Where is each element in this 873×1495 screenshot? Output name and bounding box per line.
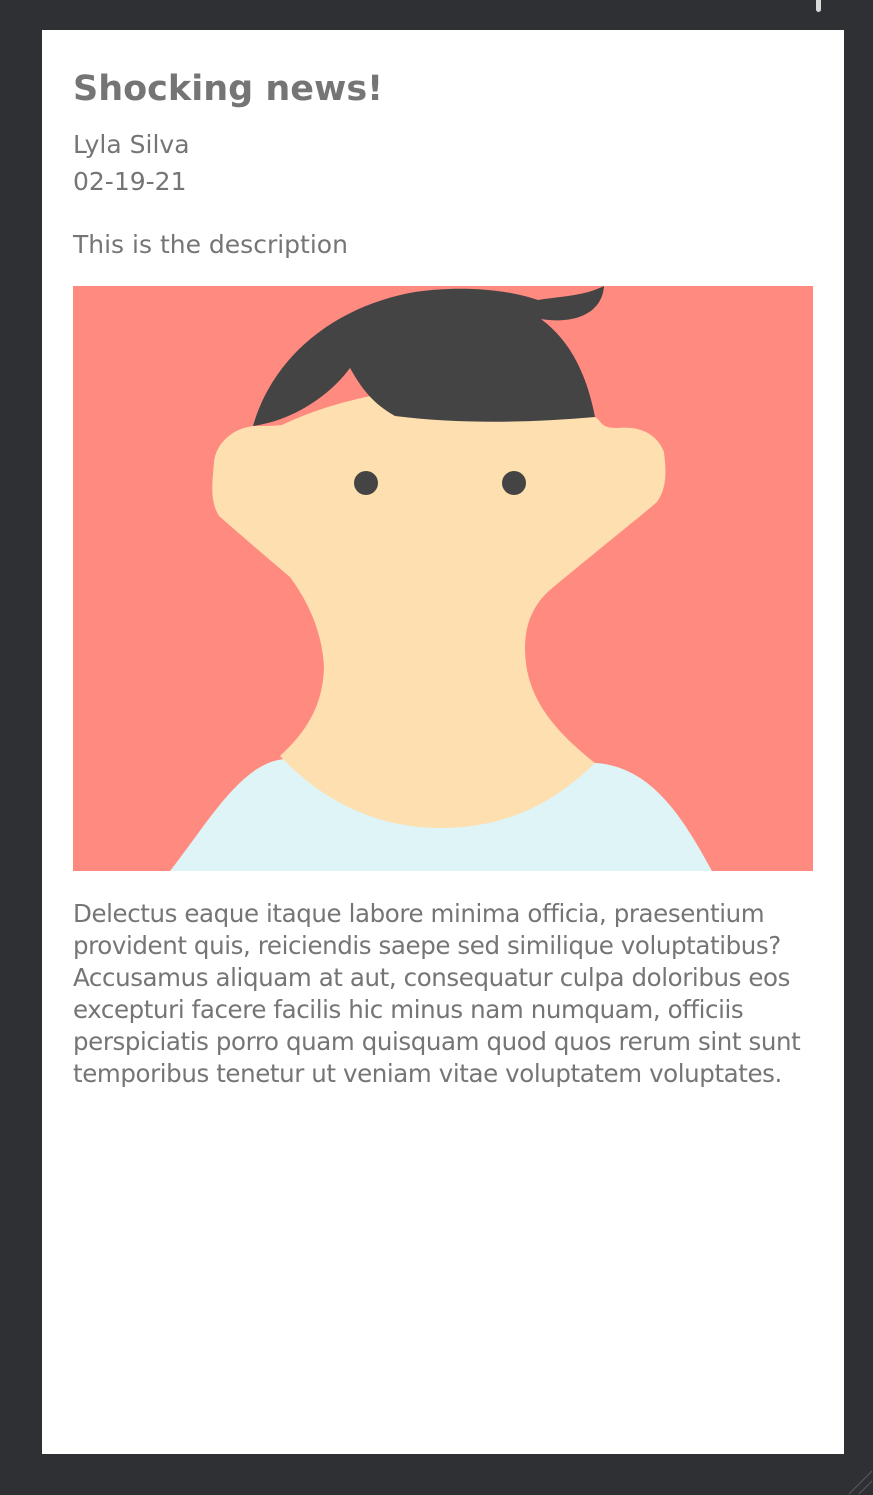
scrollbar-thumb[interactable]: [816, 0, 821, 12]
article-date: 02-19-21: [73, 167, 187, 196]
avatar-right-eye: [502, 471, 526, 495]
article-body: Delectus eaque itaque labore minima offi…: [73, 899, 801, 1088]
article-card: Shocking news! Lyla Silva 02-19-21 This …: [42, 30, 844, 1454]
avatar-illustration-icon: [73, 286, 813, 871]
article-title: Shocking news!: [73, 69, 384, 109]
article-author: Lyla Silva: [73, 130, 190, 159]
article-description: This is the description: [73, 230, 348, 259]
resize-handle-icon[interactable]: [843, 1465, 873, 1495]
avatar-left-eye: [354, 471, 378, 495]
